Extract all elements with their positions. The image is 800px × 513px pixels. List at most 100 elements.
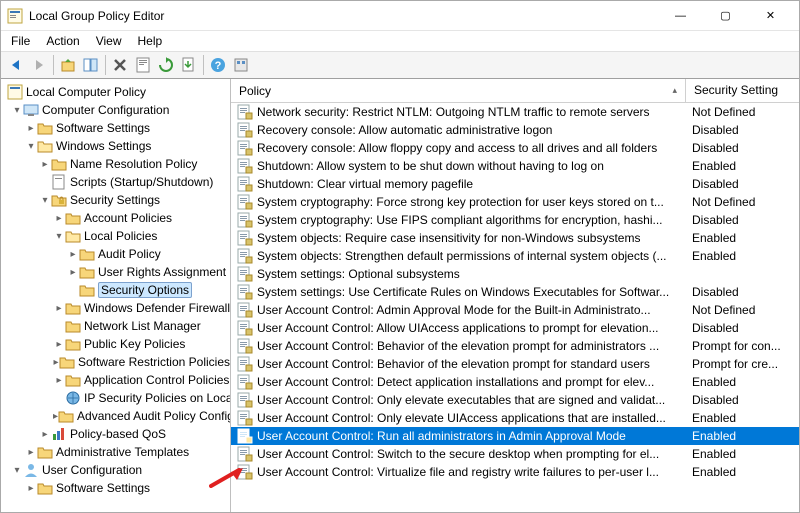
tree-label: Account Policies: [84, 211, 172, 225]
back-button[interactable]: [5, 54, 27, 76]
qos-icon: [51, 426, 67, 442]
policy-row[interactable]: System settings: Optional subsystems: [231, 265, 799, 283]
chevron-down-icon[interactable]: ▾: [39, 195, 51, 206]
separator-icon: [203, 55, 204, 75]
filter-button[interactable]: [230, 54, 252, 76]
menu-action[interactable]: Action: [40, 34, 85, 48]
column-header-policy[interactable]: Policy ▴: [231, 79, 686, 102]
policy-row[interactable]: User Account Control: Switch to the secu…: [231, 445, 799, 463]
chevron-right-icon[interactable]: ▸: [53, 303, 65, 314]
policy-row[interactable]: System objects: Require case insensitivi…: [231, 229, 799, 247]
tree-qos[interactable]: ▸ Policy-based QoS: [7, 425, 230, 443]
policy-row[interactable]: User Account Control: Detect application…: [231, 373, 799, 391]
tree-account-policies[interactable]: ▸ Account Policies: [7, 209, 230, 227]
chevron-down-icon[interactable]: ▾: [11, 105, 23, 116]
tree-defender-firewall[interactable]: ▸ Windows Defender Firewall: [7, 299, 230, 317]
policy-row[interactable]: User Account Control: Admin Approval Mod…: [231, 301, 799, 319]
chevron-down-icon[interactable]: ▾: [53, 231, 65, 242]
policy-setting: Not Defined: [686, 105, 799, 119]
policy-name: Network security: Restrict NTLM: Outgoin…: [257, 105, 650, 119]
policy-setting: Not Defined: [686, 195, 799, 209]
chevron-right-icon[interactable]: ▸: [25, 447, 37, 458]
tree-app-control[interactable]: ▸ Application Control Policies: [7, 371, 230, 389]
help-button[interactable]: ?: [207, 54, 229, 76]
policy-row[interactable]: System settings: Use Certificate Rules o…: [231, 283, 799, 301]
tree-root[interactable]: Local Computer Policy: [7, 83, 230, 101]
delete-button[interactable]: [109, 54, 131, 76]
policy-row[interactable]: User Account Control: Behavior of the el…: [231, 355, 799, 373]
tree-software-settings[interactable]: ▸ Software Settings: [7, 119, 230, 137]
policy-row[interactable]: Recovery console: Allow floppy copy and …: [231, 139, 799, 157]
policy-row[interactable]: User Account Control: Only elevate UIAcc…: [231, 409, 799, 427]
chevron-right-icon[interactable]: ▸: [53, 339, 65, 350]
tree-security-settings[interactable]: ▾ Security Settings: [7, 191, 230, 209]
policy-row[interactable]: User Account Control: Virtualize file an…: [231, 463, 799, 481]
list-body[interactable]: Network security: Restrict NTLM: Outgoin…: [231, 103, 799, 512]
tree-uc-software[interactable]: ▸ Software Settings: [7, 479, 230, 497]
policy-name: User Account Control: Behavior of the el…: [257, 357, 650, 371]
chevron-right-icon[interactable]: ▸: [67, 267, 79, 278]
chevron-right-icon[interactable]: ▸: [67, 249, 79, 260]
maximize-button[interactable]: ▢: [703, 2, 748, 30]
up-button[interactable]: [57, 54, 79, 76]
close-button[interactable]: ✕: [748, 2, 793, 30]
policy-setting: Enabled: [686, 159, 799, 173]
policy-row[interactable]: System objects: Strengthen default permi…: [231, 247, 799, 265]
policy-row[interactable]: Shutdown: Allow system to be shut down w…: [231, 157, 799, 175]
policy-row[interactable]: Network security: Restrict NTLM: Outgoin…: [231, 103, 799, 121]
app-icon: [7, 8, 23, 24]
tree-ipsec[interactable]: IP Security Policies on Local Computer: [7, 389, 230, 407]
tree-label: Application Control Policies: [84, 373, 229, 387]
chevron-right-icon[interactable]: ▸: [53, 375, 65, 386]
chevron-right-icon[interactable]: ▸: [53, 213, 65, 224]
tree-software-restriction[interactable]: ▸ Software Restriction Policies: [7, 353, 230, 371]
policy-row[interactable]: System cryptography: Use FIPS compliant …: [231, 211, 799, 229]
refresh-button[interactable]: [155, 54, 177, 76]
policy-row[interactable]: User Account Control: Only elevate execu…: [231, 391, 799, 409]
policy-setting: Disabled: [686, 177, 799, 191]
export-button[interactable]: [178, 54, 200, 76]
chevron-right-icon[interactable]: ▸: [25, 483, 37, 494]
tree-windows-settings[interactable]: ▾ Windows Settings: [7, 137, 230, 155]
policy-row[interactable]: User Account Control: Run all administra…: [231, 427, 799, 445]
tree-local-policies[interactable]: ▾ Local Policies: [7, 227, 230, 245]
chevron-right-icon[interactable]: ▸: [39, 429, 51, 440]
folder-icon: [79, 246, 95, 262]
forward-button[interactable]: [28, 54, 50, 76]
tree-user-rights[interactable]: ▸ User Rights Assignment: [7, 263, 230, 281]
tree-admin-templates[interactable]: ▸ Administrative Templates: [7, 443, 230, 461]
column-header-setting[interactable]: Security Setting: [686, 79, 799, 102]
chevron-right-icon[interactable]: ▸: [25, 123, 37, 134]
policy-row[interactable]: User Account Control: Behavior of the el…: [231, 337, 799, 355]
policy-row[interactable]: Recovery console: Allow automatic admini…: [231, 121, 799, 139]
tree-public-key[interactable]: ▸ Public Key Policies: [7, 335, 230, 353]
chevron-down-icon[interactable]: ▾: [25, 141, 37, 152]
tree-pane: Local Computer Policy ▾ Computer Configu…: [1, 79, 231, 512]
policy-row[interactable]: Shutdown: Clear virtual memory pagefileD…: [231, 175, 799, 193]
tree-label: User Rights Assignment: [98, 265, 226, 279]
tree-security-options[interactable]: ▸ Security Options: [7, 281, 230, 299]
chevron-down-icon[interactable]: ▾: [11, 465, 23, 476]
tree-name-resolution[interactable]: ▸ Name Resolution Policy: [7, 155, 230, 173]
tree-user-config[interactable]: ▾ User Configuration: [7, 461, 230, 479]
tree-audit-policy[interactable]: ▸ Audit Policy: [7, 245, 230, 263]
show-hide-button[interactable]: [80, 54, 102, 76]
menu-view[interactable]: View: [90, 34, 128, 48]
folder-icon: [65, 300, 81, 316]
chevron-right-icon[interactable]: ▸: [39, 159, 51, 170]
menu-help[interactable]: Help: [132, 34, 169, 48]
tree-computer-config[interactable]: ▾ Computer Configuration: [7, 101, 230, 119]
properties-button[interactable]: [132, 54, 154, 76]
tree-label: User Configuration: [42, 463, 142, 477]
policy-row[interactable]: System cryptography: Force strong key pr…: [231, 193, 799, 211]
tree-label: IP Security Policies on Local Computer: [84, 391, 230, 405]
folder-open-icon: [65, 228, 81, 244]
tree-advanced-audit[interactable]: ▸ Advanced Audit Policy Configuration: [7, 407, 230, 425]
tree-scripts[interactable]: Scripts (Startup/Shutdown): [7, 173, 230, 191]
tree-network-list[interactable]: Network List Manager: [7, 317, 230, 335]
policy-setting: Enabled: [686, 249, 799, 263]
folder-icon: [79, 264, 95, 280]
menu-file[interactable]: File: [5, 34, 36, 48]
policy-row[interactable]: User Account Control: Allow UIAccess app…: [231, 319, 799, 337]
minimize-button[interactable]: —: [658, 2, 703, 30]
